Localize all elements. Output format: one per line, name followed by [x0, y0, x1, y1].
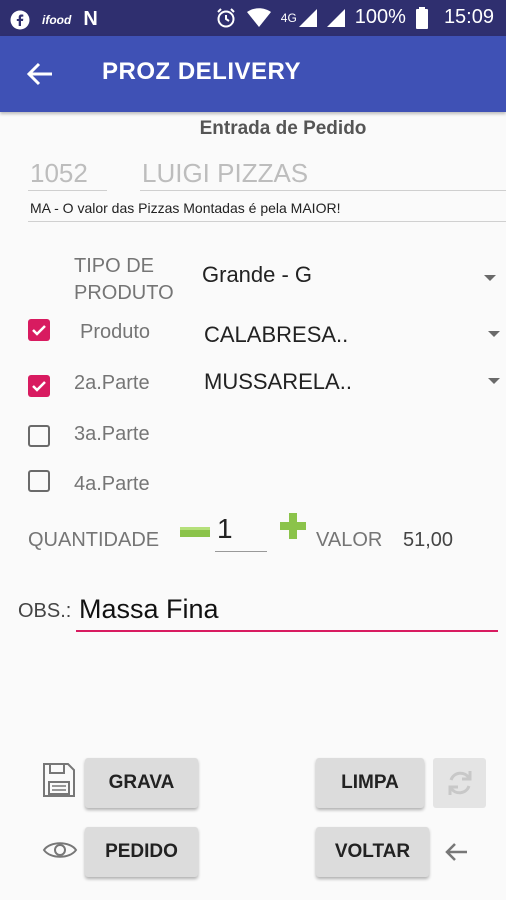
facebook-icon	[10, 10, 30, 29]
network-type: 4G	[280, 10, 297, 25]
parte2-select[interactable]: MUSSARELA..	[204, 369, 504, 399]
parte3-checkbox[interactable]	[28, 425, 50, 447]
produto-select[interactable]: CALABRESA..	[204, 322, 504, 352]
battery-icon	[415, 6, 428, 29]
notification-icons: ifood N	[10, 8, 98, 31]
valor-value: 51,00	[403, 529, 454, 551]
customer-underline	[140, 190, 506, 191]
produto-checkbox[interactable]	[28, 319, 50, 341]
plus-button[interactable]	[280, 511, 306, 541]
code-underline	[28, 190, 107, 191]
netflix-icon: N	[83, 8, 98, 30]
app-title: PROZ DELIVERY	[102, 58, 301, 85]
dropdown-arrow-icon	[488, 331, 500, 337]
clock: 15:09	[443, 6, 494, 28]
produto-value: CALABRESA..	[204, 322, 349, 347]
tipo-produto-label: TIPO DE PRODUTO	[74, 255, 174, 304]
status-bar: ifood N 4G 100% 15:09	[0, 0, 506, 36]
signal-icon	[298, 8, 317, 27]
note-underline	[28, 221, 506, 222]
minus-button[interactable]	[180, 527, 210, 537]
back-arrow-icon[interactable]	[26, 60, 54, 88]
battery-percent: 100%	[354, 6, 406, 28]
grava-button[interactable]: GRAVA	[85, 758, 198, 808]
parte2-value: MUSSARELA..	[204, 369, 352, 394]
obs-input[interactable]: Massa Fina	[79, 594, 219, 625]
app-bar: PROZ DELIVERY	[0, 36, 506, 112]
pricing-note: MA - O valor das Pizzas Montadas é pela …	[30, 200, 341, 216]
voltar-button[interactable]: VOLTAR	[316, 827, 429, 877]
signal-icon-2	[326, 8, 345, 27]
dropdown-arrow-icon	[488, 378, 500, 384]
alarm-icon	[217, 7, 235, 27]
dropdown-arrow-icon	[484, 275, 496, 281]
valor-label: VALOR	[316, 529, 383, 551]
parte2-label: 2a.Parte	[74, 372, 150, 394]
ifood-icon: ifood	[42, 12, 72, 27]
tipo-produto-select[interactable]: Grande - G	[202, 262, 498, 298]
refresh-button[interactable]	[433, 758, 486, 808]
refresh-icon	[448, 771, 471, 795]
system-icons: 4G 100% 15:09	[215, 6, 494, 29]
quantidade-label: QUANTIDADE	[28, 529, 160, 551]
back-arrow-icon-bottom[interactable]	[443, 839, 469, 865]
limpa-button[interactable]: LIMPA	[316, 758, 424, 808]
customer-name: LUIGI PIZZAS	[142, 158, 309, 188]
parte3-label: 3a.Parte	[74, 423, 150, 445]
pedido-button[interactable]: PEDIDO	[85, 827, 198, 877]
eye-icon	[42, 842, 78, 858]
obs-label: OBS.:	[18, 600, 72, 622]
produto-label: Produto	[80, 321, 151, 343]
tipo-produto-value: Grande - G	[202, 262, 313, 287]
parte4-label: 4a.Parte	[74, 473, 150, 495]
obs-underline	[76, 630, 498, 632]
parte2-checkbox[interactable]	[28, 375, 50, 397]
wifi-icon	[246, 7, 271, 27]
form-header: Entrada de Pedido	[199, 118, 367, 139]
parte4-checkbox[interactable]	[28, 470, 50, 492]
quantity-input[interactable]: 1	[217, 513, 233, 545]
quantity-underline	[215, 551, 267, 552]
save-icon	[43, 763, 75, 797]
order-code: 1052	[30, 158, 88, 188]
